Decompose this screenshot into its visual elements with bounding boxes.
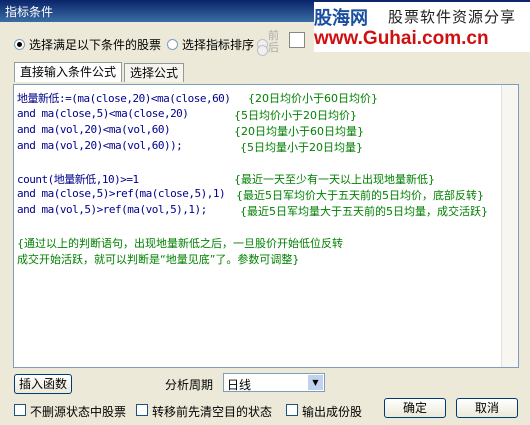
tab-direct-input[interactable]: 直接输入条件公式: [14, 62, 123, 82]
code-comment: {最近5日军均价大于五天前的5日均价，底部反转}: [236, 189, 484, 202]
radio-unchecked-icon[interactable]: [167, 38, 178, 50]
radio-sort-indicator[interactable]: 选择指标排序: [167, 36, 254, 52]
window-title: 指标条件: [5, 5, 54, 19]
code-line: and ma(close,5)<ma(close,20): [17, 107, 189, 120]
chevron-down-icon[interactable]: ▼: [308, 375, 323, 390]
code-line: count(地量新低,10)>=1: [17, 173, 139, 186]
code-line: 地量新低:=(ma(close,20)<ma(close,60): [17, 92, 231, 105]
watermark-brand: 股海网: [314, 8, 368, 29]
code-comment: {5日均价小于20日均价}: [234, 109, 357, 122]
tab-select-formula[interactable]: 选择公式: [124, 63, 185, 82]
clear-target-label: 转移前先清空目的状态: [152, 405, 273, 419]
note-line-2: 成交开始活跃，就可以判断是“地量见底”了。参数可调整}: [17, 253, 300, 266]
period-value: 日线: [227, 378, 252, 392]
cancel-button[interactable]: 取消: [456, 398, 518, 418]
radio-filter-label: 选择满足以下条件的股票: [29, 37, 162, 52]
code-comment: {最近一天至少有一天以上出现地量新低}: [234, 173, 435, 186]
clear-target-checkbox[interactable]: [136, 404, 148, 416]
code-comment: {20日均价小于60日均价}: [248, 92, 378, 105]
code-comment: {最近5日军均量大于五天前的5日均量，成交活跃}: [240, 205, 488, 218]
radio-disabled-icon: [257, 44, 268, 56]
note-line-1: {通过以上的判断语句，出现地量新低之后，一旦股价开始低位反转: [17, 237, 343, 250]
tab-strip: 直接输入条件公式 选择公式: [14, 62, 186, 82]
sort-count-box[interactable]: [289, 32, 305, 48]
order-spin[interactable]: 前 后: [268, 30, 279, 54]
output-components-checkbox[interactable]: [286, 404, 298, 416]
code-comment: {20日均量小于60日均量}: [234, 125, 364, 138]
period-label: 分析周期: [165, 378, 214, 392]
watermark-logo: 股海网 股票软件资源分享 www.Guhai.com.cn: [314, 2, 530, 52]
code-line: and ma(vol,20)<ma(vol,60));: [17, 139, 183, 152]
insert-function-button[interactable]: 插入函数: [14, 374, 72, 394]
code-line: and ma(vol,5)>ref(ma(vol,5),1);: [17, 203, 207, 216]
period-select[interactable]: 日线 ▼: [223, 373, 325, 392]
radio-sort-label: 选择指标排序: [182, 37, 255, 52]
code-line: and ma(close,5)>ref(ma(close,5),1): [17, 187, 226, 200]
keep-source-checkbox[interactable]: [14, 404, 26, 416]
code-comment: {5日均量小于20日均量}: [240, 141, 363, 154]
ok-button[interactable]: 确定: [384, 398, 446, 418]
editor-scrollbar[interactable]: [501, 85, 518, 367]
watermark-url: www.Guhai.com.cn: [314, 28, 489, 49]
formula-editor[interactable]: 地量新低:=(ma(close,20)<ma(close,60) {20日均价小…: [13, 84, 519, 368]
spin-back-label: 后: [268, 41, 279, 54]
radio-checked-icon[interactable]: [14, 38, 25, 50]
watermark-tagline: 股票软件资源分享: [388, 8, 517, 26]
keep-source-label: 不删源状态中股票: [30, 405, 127, 419]
code-line: and ma(vol,20)<ma(vol,60): [17, 123, 171, 136]
output-components-label: 输出成份股: [302, 405, 363, 419]
radio-filter-stocks[interactable]: 选择满足以下条件的股票: [14, 36, 161, 52]
